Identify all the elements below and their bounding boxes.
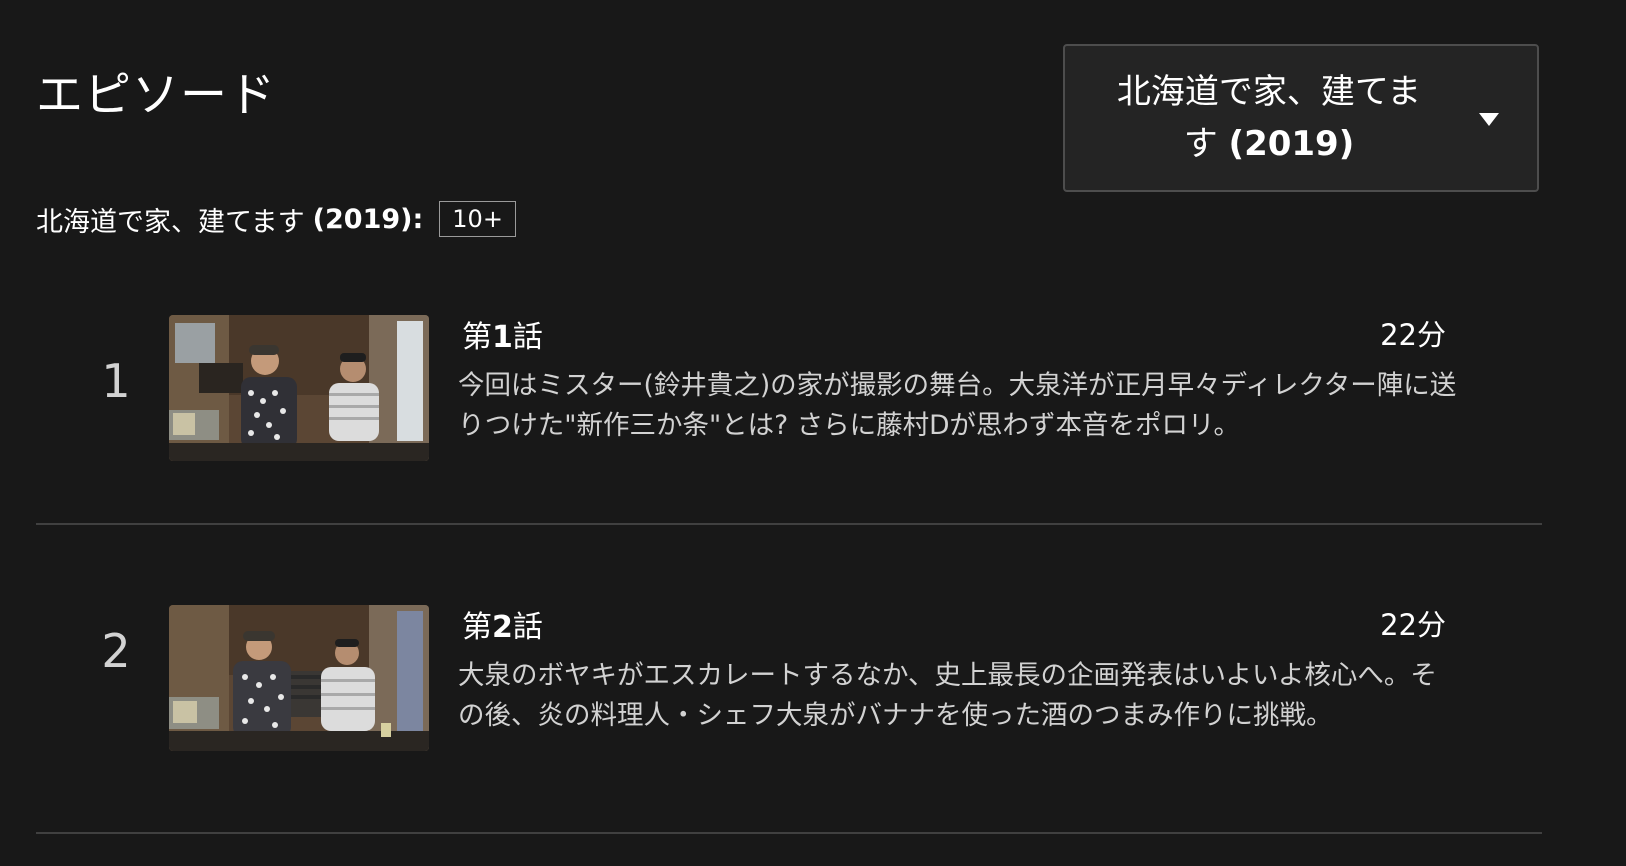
maturity-rating-badge: 10+ [439,201,516,237]
page-title: エピソード [36,68,276,123]
episode-title-suffix: 話 [512,320,543,355]
thumbnail-image [169,315,429,461]
episode-item[interactable]: 1 第1話 22分 今回はミスター(鈴井貴之)の家が撮影の舞台。大泉洋が正月早々… [36,290,1542,508]
episode-thumbnail[interactable] [169,605,429,751]
episode-description: 大泉のボヤキがエスカレートするなか、史上最長の企画発表はいよいよ核心へ。その後、… [458,660,1437,731]
episode-duration: 22分 [1380,318,1446,352]
episodes-page: エピソード 北海道で家、建てま す (2019) 北海道で家、建てます (201… [0,0,1626,866]
thumbnail-image [169,605,429,751]
episode-thumbnail[interactable] [169,315,429,461]
episode-divider [36,832,1542,834]
episode-description: 今回はミスター(鈴井貴之)の家が撮影の舞台。大泉洋が正月早々ディレクター陣に送り… [458,370,1457,441]
season-dropdown-label: 北海道で家、建てま す (2019) [1099,66,1439,170]
episode-duration: 22分 [1380,608,1446,642]
episode-item[interactable]: 2 第2話 22分 大泉のボヤキがエスカレートするなか、史上最長の企画発表はいよ… [36,580,1542,810]
season-info: 北海道で家、建てます (2019): 10+ [36,200,516,238]
episode-title-number: 1 [492,320,513,355]
episode-title: 第1話 [462,312,543,356]
season-year: (2019): [312,203,424,235]
season-dropdown-line2-prefix: す [1183,124,1229,164]
season-dropdown-line1: 北海道で家、建てま [1116,72,1422,112]
season-name: 北海道で家、建てます [36,206,305,238]
episode-title-prefix: 第 [462,610,492,645]
episode-title-prefix: 第 [462,320,492,355]
episode-title-number: 2 [492,610,513,645]
season-dropdown-year: (2019) [1228,124,1355,164]
season-dropdown[interactable]: 北海道で家、建てま す (2019) [1063,44,1539,192]
episode-title-suffix: 話 [512,610,543,645]
caret-down-icon [1479,113,1499,126]
episode-title: 第2話 [462,602,543,646]
episode-divider [36,523,1542,525]
